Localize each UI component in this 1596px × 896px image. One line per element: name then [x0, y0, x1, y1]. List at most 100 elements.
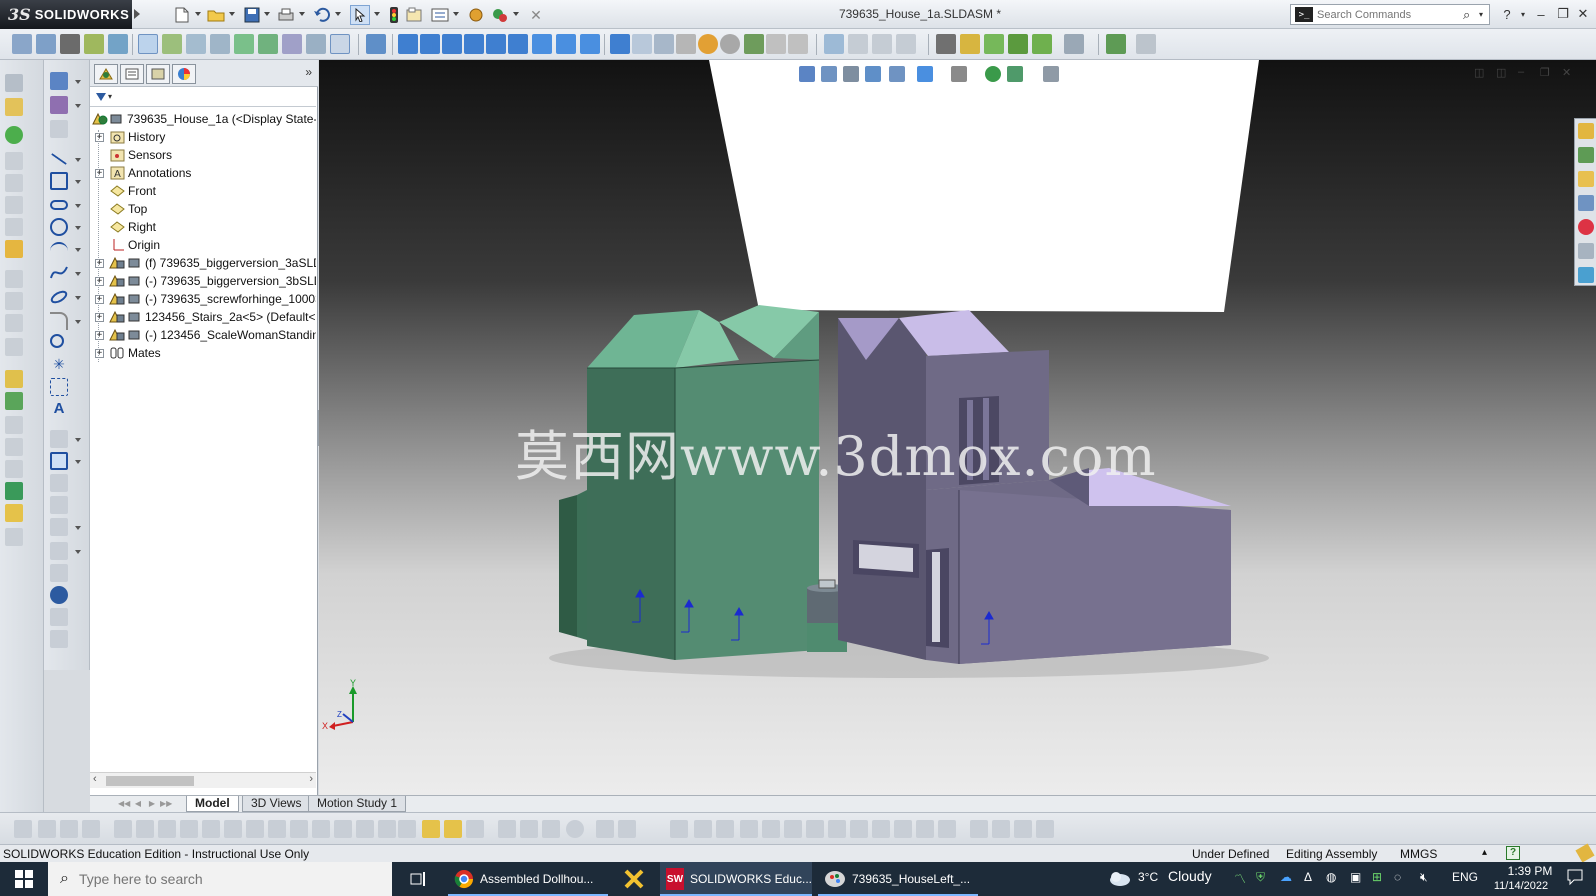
- back-view-icon[interactable]: [420, 34, 440, 54]
- tray-shield-icon[interactable]: ⛨: [1256, 870, 1265, 885]
- wrap-icon[interactable]: [5, 438, 23, 456]
- display-style-icon[interactable]: [951, 66, 967, 82]
- tab-next-icon[interactable]: ▶: [146, 797, 158, 811]
- trim-entities-icon[interactable]: [50, 430, 68, 448]
- bottom-tool-icon[interactable]: [938, 820, 956, 838]
- clearance-verification-icon[interactable]: [1008, 34, 1028, 54]
- select-arrow-icon[interactable]: [350, 5, 370, 25]
- tab-first-icon[interactable]: ◀◀: [118, 797, 130, 811]
- large-assembly-mode-icon[interactable]: [1106, 34, 1126, 54]
- bottom-tool-icon[interactable]: [180, 820, 198, 838]
- new-dropdown-icon[interactable]: [195, 12, 201, 16]
- graphics-area[interactable]: Y X Z 莫西网www.3dmox.com ◫ ◫ – ❐ ✕: [319, 60, 1596, 795]
- bottom-tool-icon[interactable]: [60, 820, 78, 838]
- bottom-tool-icon[interactable]: [82, 820, 100, 838]
- right-view-icon[interactable]: [464, 34, 484, 54]
- appearance-sphere-icon[interactable]: [466, 5, 486, 25]
- circle-dropdown-icon[interactable]: [75, 226, 81, 230]
- bottom-tool-icon[interactable]: [356, 820, 374, 838]
- bottom-tool-icon[interactable]: [378, 820, 396, 838]
- tile-vertical-icon[interactable]: [872, 34, 892, 54]
- bottom-tool-icon[interactable]: [466, 820, 484, 838]
- viewport-split-vertical-icon[interactable]: ◫: [1496, 66, 1510, 79]
- tree-item-right-plane[interactable]: Right: [90, 218, 316, 236]
- tree-item-component[interactable]: + 123456_Stairs_2a<5> (Default<<: [90, 308, 316, 326]
- dimetric-view-icon[interactable]: [580, 34, 600, 54]
- bottom-tool-icon[interactable]: [520, 820, 538, 838]
- dimension-dropdown-icon[interactable]: [75, 104, 81, 108]
- bottom-tool-icon[interactable]: [828, 820, 846, 838]
- open-dropdown-icon[interactable]: [229, 12, 235, 16]
- ellipse-icon[interactable]: [50, 288, 68, 306]
- sketch-tools-icon[interactable]: [1136, 34, 1156, 54]
- tree-item-root-assembly[interactable]: 739635_House_1a (<Display State-5: [90, 110, 316, 128]
- tray-date[interactable]: 11/14/2022: [1486, 880, 1556, 892]
- open-folder-icon[interactable]: [206, 5, 226, 25]
- bottom-tool-icon[interactable]: [290, 820, 308, 838]
- pattern-dropdown-icon[interactable]: [75, 526, 81, 530]
- reference-geometry-icon[interactable]: [234, 34, 254, 54]
- swept-boss-icon[interactable]: [5, 174, 23, 192]
- solidworks-forum-icon[interactable]: [1578, 267, 1594, 283]
- custom-properties-icon[interactable]: [1578, 243, 1594, 259]
- instant-3d-left-icon[interactable]: [5, 504, 23, 522]
- tray-language[interactable]: ENG: [1452, 870, 1478, 884]
- file-explorer-icon[interactable]: [1578, 171, 1594, 187]
- weather-description[interactable]: Cloudy: [1168, 868, 1212, 884]
- taskbar-app-viewer[interactable]: 739635_HouseLeft_...: [818, 862, 978, 896]
- file-properties-icon[interactable]: [404, 5, 424, 25]
- sketch-icon[interactable]: [5, 74, 23, 92]
- taskbar-search-box[interactable]: ⌕: [48, 862, 392, 896]
- exploded-view-icon[interactable]: [306, 34, 326, 54]
- save-dropdown-icon[interactable]: [264, 12, 270, 16]
- bottom-tool-icon[interactable]: [762, 820, 780, 838]
- tray-onedrive-icon[interactable]: ☁: [1280, 870, 1292, 884]
- bottom-tool-icon[interactable]: [498, 820, 516, 838]
- zoom-to-area-icon[interactable]: [821, 66, 837, 82]
- bottom-tool-icon[interactable]: [970, 820, 988, 838]
- move-dropdown-icon[interactable]: [75, 550, 81, 554]
- expand-plus-icon[interactable]: +: [95, 258, 104, 268]
- assembly-features-icon[interactable]: [210, 34, 230, 54]
- display-manager-tab-icon[interactable]: [172, 64, 196, 84]
- spline-dropdown-icon[interactable]: [75, 272, 81, 276]
- tree-item-history[interactable]: + History: [90, 128, 316, 146]
- bottom-tool-icon[interactable]: [268, 820, 286, 838]
- rectangle-dropdown-icon[interactable]: [75, 180, 81, 184]
- expand-plus-icon[interactable]: +: [95, 312, 104, 322]
- viewport-split-horizontal-icon[interactable]: ◫: [1474, 66, 1488, 79]
- status-help-icon[interactable]: ?: [1506, 846, 1520, 860]
- mirror-icon[interactable]: [5, 528, 23, 546]
- show-hidden-icon[interactable]: [186, 34, 206, 54]
- new-motion-study-icon[interactable]: [258, 34, 278, 54]
- bottom-tool-icon[interactable]: [38, 820, 56, 838]
- bottom-tool-icon[interactable]: [872, 820, 890, 838]
- scroll-left-icon[interactable]: ‹: [93, 773, 97, 785]
- select-dropdown-icon[interactable]: [374, 12, 380, 16]
- tab-model[interactable]: Model: [186, 796, 239, 812]
- view-orientation-icon[interactable]: [366, 34, 386, 54]
- viewport-restore-icon[interactable]: ❐: [1540, 66, 1554, 79]
- bottom-tool-icon[interactable]: [740, 820, 758, 838]
- property-manager-tab-icon[interactable]: [120, 64, 144, 84]
- dynamic-annotation-icon[interactable]: [889, 66, 905, 82]
- trim-dropdown-icon[interactable]: [75, 438, 81, 442]
- bottom-tool-icon[interactable]: [916, 820, 934, 838]
- task-view-icon[interactable]: [404, 862, 434, 896]
- rectangle-icon[interactable]: [50, 172, 68, 190]
- reference-triad[interactable]: Y X Z: [322, 678, 357, 731]
- lofted-boss-icon[interactable]: [5, 196, 23, 214]
- reference-plane-icon[interactable]: [5, 370, 23, 388]
- hide-show-items-icon[interactable]: [788, 34, 808, 54]
- appearances-scenes-icon[interactable]: [1578, 219, 1594, 235]
- expand-plus-icon[interactable]: +: [95, 348, 104, 358]
- curves-icon[interactable]: [5, 392, 23, 410]
- extruded-boss-icon[interactable]: [5, 126, 23, 144]
- mate-icon[interactable]: [60, 34, 80, 54]
- slot-icon[interactable]: [50, 200, 68, 210]
- tree-item-sensors[interactable]: Sensors: [90, 146, 316, 164]
- units-arrow-icon[interactable]: ▴: [1482, 847, 1487, 858]
- bottom-tool-icon[interactable]: [784, 820, 802, 838]
- view-orientation-hud-icon[interactable]: [917, 66, 933, 82]
- front-view-icon[interactable]: [398, 34, 418, 54]
